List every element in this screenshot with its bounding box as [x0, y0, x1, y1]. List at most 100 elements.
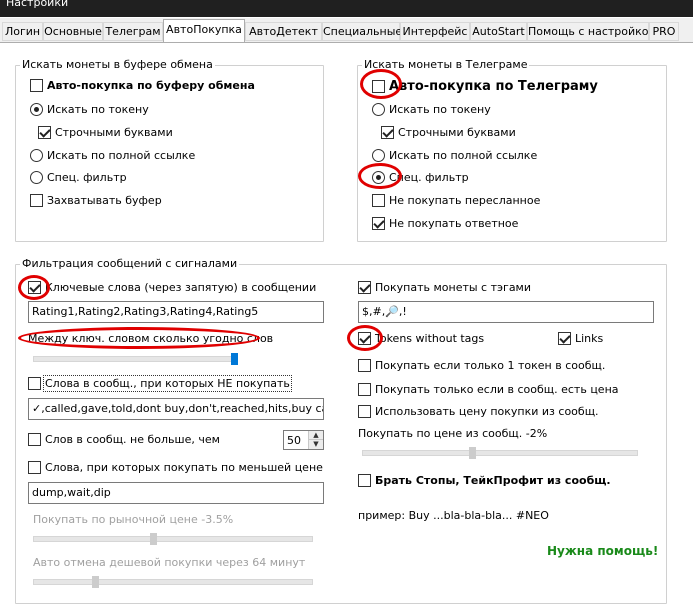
clipboard-auto-buy-checkbox[interactable]: [30, 79, 43, 92]
keywords-input[interactable]: Rating1,Rating2,Rating3,Rating4,Rating5: [28, 301, 324, 323]
telegram-no-forwarded-label: Не покупать пересланное: [389, 194, 541, 207]
telegram-no-replies-checkbox[interactable]: [372, 217, 385, 230]
clipboard-auto-buy[interactable]: Авто-покупка по буферу обмена: [30, 79, 255, 92]
keywords-option[interactable]: Ключевые слова (через запятую) в сообщен…: [28, 281, 316, 294]
clipboard-lowercase[interactable]: Строчными буквами: [38, 126, 173, 139]
market-price-label: Покупать по рыночной цене -3.5%: [33, 513, 234, 526]
only-with-price-checkbox[interactable]: [358, 383, 371, 396]
telegram-lowercase[interactable]: Строчными буквами: [381, 126, 516, 139]
max-words-option[interactable]: Слов в сообщ. не больше, чем: [28, 433, 220, 446]
keywords-label: Ключевые слова (через запятую) в сообщен…: [45, 281, 317, 294]
clipboard-lowercase-checkbox[interactable]: [38, 126, 51, 139]
tags-input[interactable]: $,#,🔎,!: [358, 301, 654, 323]
telegram-auto-buy-checkbox[interactable]: [372, 80, 385, 93]
only-with-price-option[interactable]: Покупать только если в сообщ. есть цена: [358, 383, 619, 396]
use-msg-price-label: Использовать цену покупки из сообщ.: [375, 405, 599, 418]
clipboard-group-title: Искать монеты в буфере обмена: [20, 58, 215, 71]
help-link[interactable]: Нужна помощь!: [547, 544, 658, 558]
market-price-slider-track: [33, 536, 313, 542]
links-option[interactable]: Links: [558, 332, 603, 345]
clipboard-capture[interactable]: Захватывать буфер: [30, 194, 162, 207]
stops-checkbox[interactable]: [358, 474, 371, 487]
telegram-by-token-radio[interactable]: [372, 103, 385, 116]
only-one-token-option[interactable]: Покупать если только 1 токен в сообщ.: [358, 359, 605, 372]
clipboard-auto-buy-label: Авто-покупка по буферу обмена: [47, 79, 255, 92]
msg-price-slider-thumb[interactable]: [469, 447, 477, 459]
telegram-spec-filter-label: Спец. фильтр: [389, 171, 469, 184]
use-msg-price-option[interactable]: Использовать цену покупки из сообщ.: [358, 405, 599, 418]
lower-price-words-checkbox[interactable]: [28, 461, 41, 474]
tokens-without-tags-checkbox[interactable]: [358, 332, 371, 345]
example-text: пример: Buy ...bla-bla-bla... #NEO: [358, 509, 549, 522]
clipboard-spec-filter-label: Спец. фильтр: [47, 171, 127, 184]
links-checkbox[interactable]: [558, 332, 571, 345]
telegram-no-forwarded-checkbox[interactable]: [372, 194, 385, 207]
autobuy-panel: Искать монеты в буфере обмена Авто-покуп…: [0, 42, 693, 609]
lower-price-words-option[interactable]: Слова, при которых покупать по меньшей ц…: [28, 461, 323, 474]
between-words-slider[interactable]: [33, 353, 238, 365]
telegram-by-token[interactable]: Искать по токену: [372, 103, 491, 116]
market-price-slider-thumb[interactable]: [150, 533, 158, 545]
msg-price-slider-track: [362, 450, 638, 456]
stops-option[interactable]: Брать Стопы, ТейкПрофит из сообщ.: [358, 474, 611, 487]
stepper-down-icon[interactable]: ▼: [309, 440, 323, 449]
telegram-by-link-radio[interactable]: [372, 149, 385, 162]
between-words-label: Между ключ. словом сколько угодно слов: [28, 332, 274, 345]
telegram-spec-filter-radio[interactable]: [372, 171, 385, 184]
tab-autostart[interactable]: AutoStart: [470, 22, 527, 41]
max-words-stepper[interactable]: 50 ▲ ▼: [283, 430, 324, 450]
telegram-group-title: Искать монеты в Телеграме: [362, 58, 530, 71]
telegram-by-link-label: Искать по полной ссылке: [389, 149, 538, 162]
tokens-without-tags-option[interactable]: Tokens without tags: [358, 332, 484, 345]
clipboard-by-link[interactable]: Искать по полной ссылке: [30, 149, 195, 162]
tab-main[interactable]: Основные: [43, 22, 103, 41]
auto-cancel-slider[interactable]: [33, 576, 313, 588]
exclude-words-option[interactable]: Слова в сообщ., при которых НЕ покупать: [28, 375, 292, 392]
tab-pro[interactable]: PRO: [649, 22, 679, 41]
msg-price-label: Покупать по цене из сообщ. -2%: [358, 427, 548, 440]
stepper-up-icon[interactable]: ▲: [309, 431, 323, 440]
telegram-auto-buy[interactable]: Авто-покупка по Телеграму: [372, 79, 598, 94]
tab-telegram[interactable]: Телеграм: [103, 22, 163, 41]
tab-help-setup[interactable]: Помощь с настройкой: [527, 22, 656, 41]
tab-autodetect[interactable]: АвтоДетект: [245, 22, 322, 41]
telegram-by-token-label: Искать по токену: [389, 103, 491, 116]
clipboard-lowercase-label: Строчными буквами: [55, 126, 173, 139]
tab-autobuy[interactable]: АвтоПокупка: [163, 19, 245, 42]
clipboard-capture-checkbox[interactable]: [30, 194, 43, 207]
exclude-words-label: Слова в сообщ., при которых НЕ покупать: [43, 375, 292, 392]
lower-price-words-label: Слова, при которых покупать по меньшей ц…: [45, 461, 323, 474]
tab-login[interactable]: Логин: [2, 22, 43, 41]
clipboard-by-token-radio[interactable]: [30, 103, 43, 116]
tab-interface[interactable]: Интерфейс: [400, 22, 470, 41]
telegram-no-replies[interactable]: Не покупать ответное: [372, 217, 518, 230]
max-words-checkbox[interactable]: [28, 433, 41, 446]
tags-option[interactable]: Покупать монеты с тэгами: [358, 281, 531, 294]
between-words-slider-thumb[interactable]: [231, 353, 238, 365]
telegram-no-replies-label: Не покупать ответное: [389, 217, 519, 230]
telegram-no-forwarded[interactable]: Не покупать пересланное: [372, 194, 540, 207]
max-words-label: Слов в сообщ. не больше, чем: [45, 433, 220, 446]
lower-price-words-input[interactable]: dump,wait,dip: [28, 482, 324, 504]
clipboard-by-token[interactable]: Искать по токену: [30, 103, 149, 116]
exclude-words-checkbox[interactable]: [28, 377, 41, 390]
clipboard-by-link-radio[interactable]: [30, 149, 43, 162]
keywords-checkbox[interactable]: [28, 281, 41, 294]
clipboard-spec-filter[interactable]: Спец. фильтр: [30, 171, 127, 184]
telegram-auto-buy-label: Авто-покупка по Телеграму: [389, 79, 598, 94]
telegram-spec-filter[interactable]: Спец. фильтр: [372, 171, 469, 184]
auto-cancel-slider-thumb[interactable]: [91, 576, 99, 588]
clipboard-spec-filter-radio[interactable]: [30, 171, 43, 184]
telegram-by-link[interactable]: Искать по полной ссылке: [372, 149, 537, 162]
market-price-slider[interactable]: [33, 533, 313, 545]
use-msg-price-checkbox[interactable]: [358, 405, 371, 418]
links-label: Links: [575, 332, 604, 345]
tags-checkbox[interactable]: [358, 281, 371, 294]
title-bar: Настройки: [0, 0, 693, 17]
telegram-lowercase-checkbox[interactable]: [381, 126, 394, 139]
msg-price-slider[interactable]: [362, 447, 638, 459]
tab-special[interactable]: Специальные: [322, 22, 402, 41]
only-one-token-checkbox[interactable]: [358, 359, 371, 372]
auto-cancel-label: Авто отмена дешевой покупки через 64 мин…: [33, 556, 306, 569]
exclude-words-input[interactable]: ✓,called,gave,told,dont buy,don't,reache…: [28, 398, 324, 420]
